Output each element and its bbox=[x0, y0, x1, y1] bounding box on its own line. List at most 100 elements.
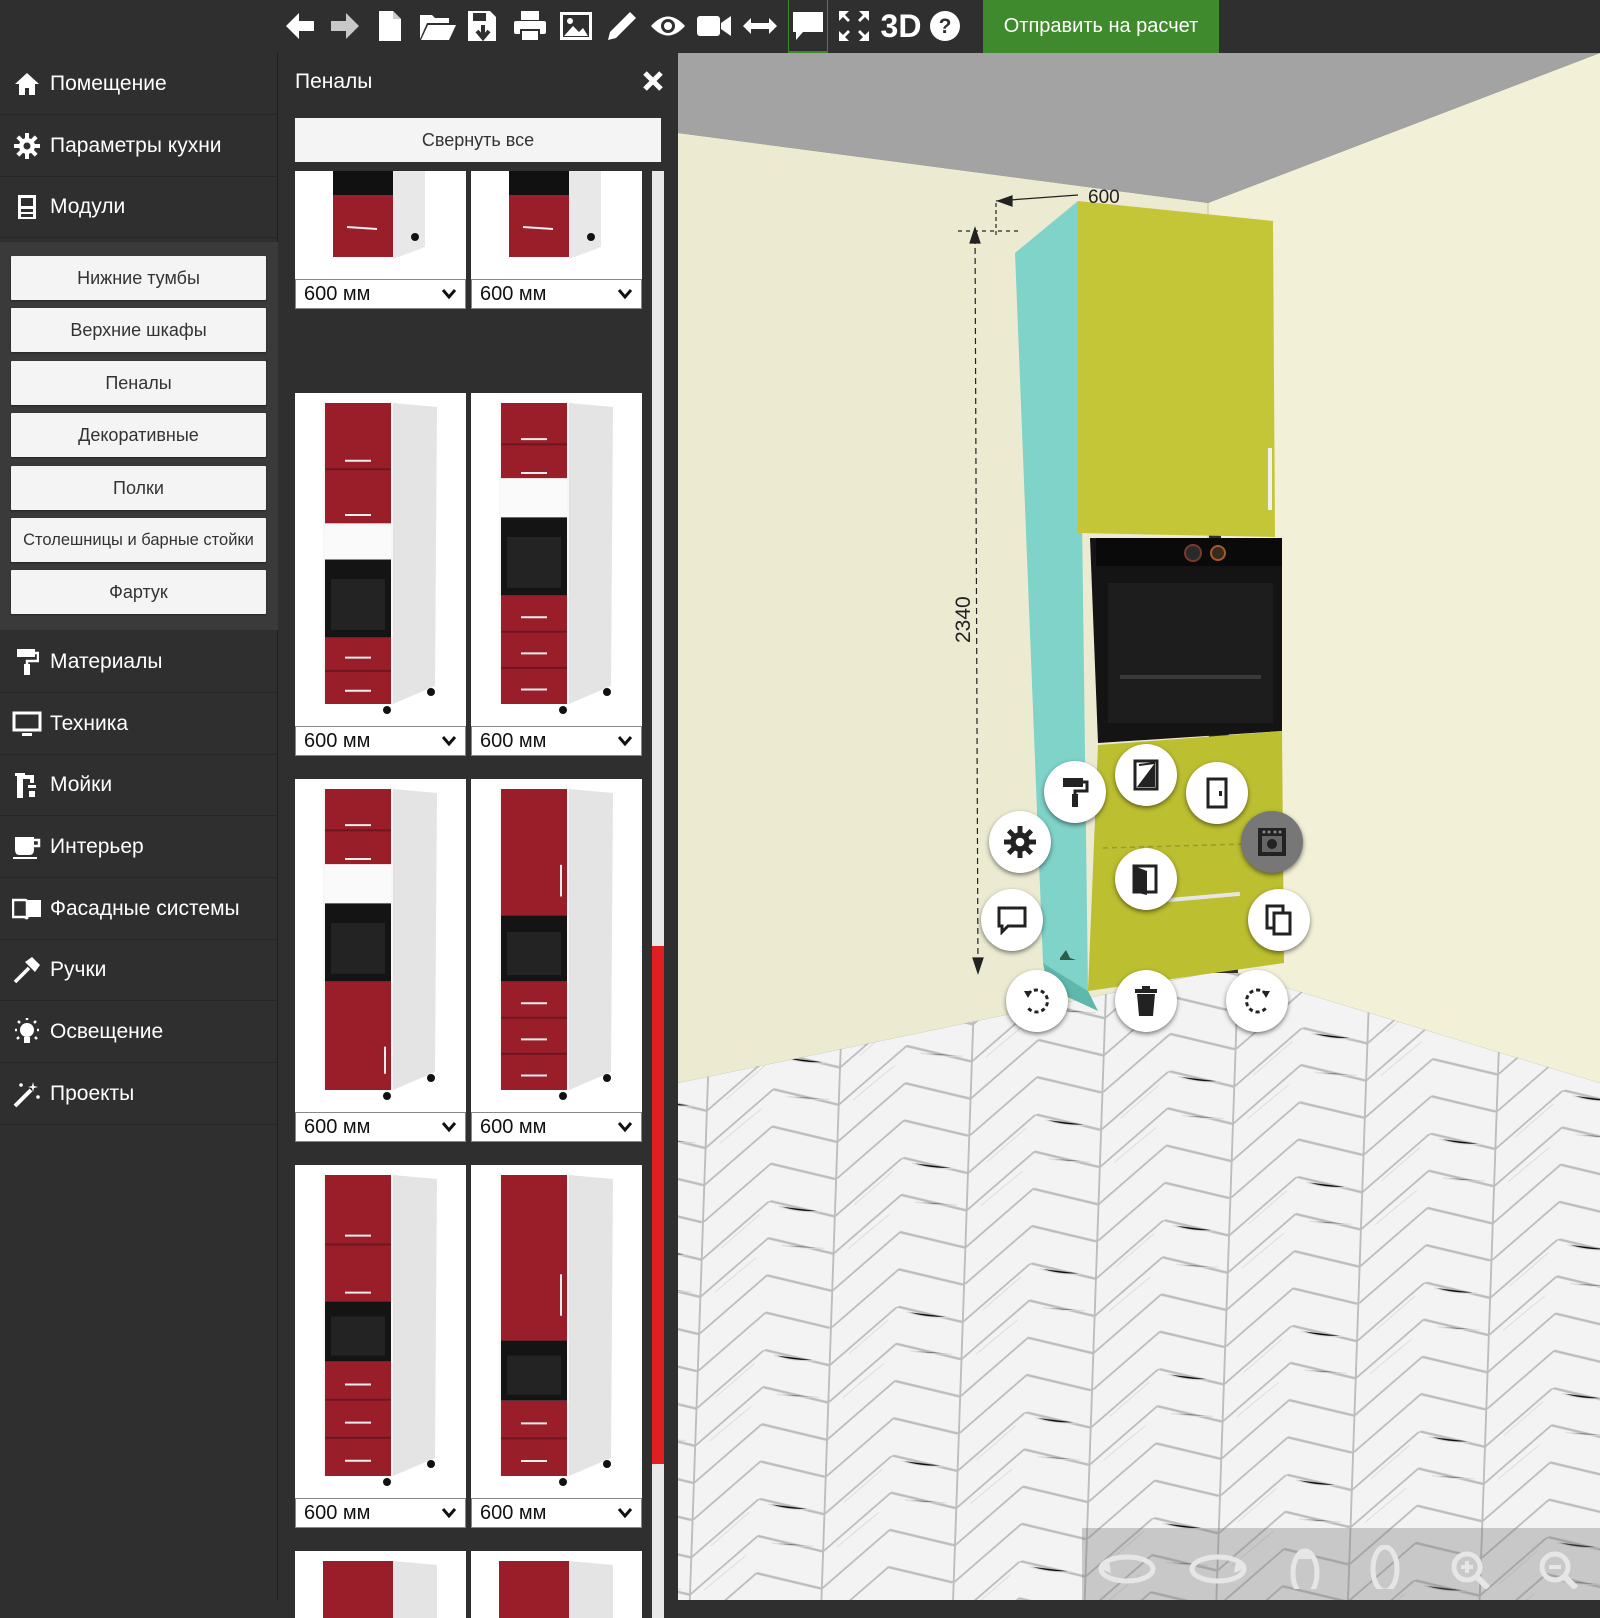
submenu-backsplash[interactable]: Фартук bbox=[11, 570, 266, 614]
size-select[interactable]: 600 мм bbox=[471, 726, 642, 756]
cabinet-illustration bbox=[323, 403, 437, 714]
trash-icon[interactable] bbox=[1115, 970, 1177, 1032]
size-select[interactable]: 600 мм bbox=[295, 1498, 466, 1528]
submenu-lower-cabinets[interactable]: Нижние тумбы bbox=[11, 256, 266, 300]
zoom-in-icon[interactable] bbox=[1442, 1545, 1502, 1589]
oven-icon[interactable] bbox=[1241, 811, 1303, 873]
open-door-icon[interactable] bbox=[1115, 848, 1177, 910]
cabinet-illustration bbox=[499, 789, 613, 1100]
collapse-all-button[interactable]: Свернуть все bbox=[295, 118, 661, 162]
rotate-right-icon[interactable] bbox=[1226, 970, 1288, 1032]
hammer-icon bbox=[12, 955, 42, 985]
sidebar-item-label: Параметры кухни bbox=[50, 133, 222, 157]
size-select[interactable]: 600 мм bbox=[471, 279, 642, 309]
sidebar-item-appliances[interactable]: Техника bbox=[0, 693, 278, 755]
module-card[interactable]: 600 мм bbox=[295, 779, 466, 1142]
comment-icon[interactable] bbox=[788, 6, 828, 46]
sidebar-item-label: Техника bbox=[50, 711, 129, 735]
paint-roller-icon[interactable] bbox=[1044, 761, 1106, 823]
fullscreen-icon[interactable] bbox=[834, 6, 874, 46]
dimension-height-label: 2340 bbox=[952, 596, 975, 643]
sidebar-item-modules[interactable]: Модули bbox=[0, 176, 278, 238]
modules-submenu: Нижние тумбы Верхние шкафы Пеналы Декора… bbox=[0, 242, 278, 630]
save-icon[interactable] bbox=[463, 6, 503, 46]
size-select[interactable]: 600 мм bbox=[471, 1112, 642, 1142]
sidebar-item-sinks[interactable]: Мойки bbox=[0, 754, 278, 816]
size-select[interactable]: 600 мм bbox=[295, 1112, 466, 1142]
chevron-down-icon bbox=[441, 735, 457, 747]
module-card[interactable]: 600 мм bbox=[295, 393, 466, 756]
submenu-upper-cabinets[interactable]: Верхние шкафы bbox=[11, 308, 266, 352]
magic-wand-icon bbox=[12, 1079, 42, 1109]
sidebar-item-label: Мойки bbox=[50, 772, 113, 796]
submenu-tall-cabinets[interactable]: Пеналы bbox=[11, 361, 266, 405]
gear-icon[interactable] bbox=[989, 811, 1051, 873]
new-file-icon[interactable] bbox=[370, 6, 410, 46]
module-card[interactable]: 600 мм bbox=[295, 171, 466, 309]
help-icon[interactable]: ? bbox=[925, 6, 965, 46]
submenu-decorative[interactable]: Декоративные bbox=[11, 413, 266, 457]
left-sidebar: Помещение Параметры кухни Модули Нижние … bbox=[0, 53, 278, 1600]
oven-window bbox=[1108, 583, 1273, 723]
facade-toggle-icon[interactable] bbox=[1115, 744, 1177, 806]
cabinet-illustration bbox=[323, 789, 437, 1100]
sidebar-item-kitchen-params[interactable]: Параметры кухни bbox=[0, 115, 278, 177]
sidebar-item-interior[interactable]: Интерьер bbox=[0, 816, 278, 878]
comment-icon[interactable] bbox=[981, 889, 1043, 951]
size-select[interactable]: 600 мм bbox=[295, 726, 466, 756]
home-icon bbox=[12, 69, 42, 99]
module-card[interactable]: 600 мм bbox=[471, 1165, 642, 1528]
zoom-out-icon[interactable] bbox=[1530, 1545, 1590, 1589]
size-select-value: 600 мм bbox=[480, 1115, 547, 1138]
size-select-value: 600 мм bbox=[304, 282, 371, 305]
eye-icon[interactable] bbox=[648, 6, 688, 46]
3d-view-icon[interactable]: 3D bbox=[878, 6, 924, 46]
paint-roller-icon bbox=[12, 647, 42, 677]
open-folder-icon[interactable] bbox=[418, 6, 458, 46]
sidebar-item-label: Материалы bbox=[50, 649, 163, 673]
module-grid: 600 мм 600 мм 600 мм 600 мм 600 мм 600 мм 600 … bbox=[295, 171, 655, 1618]
sidebar-item-projects[interactable]: Проекты bbox=[0, 1063, 278, 1125]
sidebar-item-lighting[interactable]: Освещение bbox=[0, 1001, 278, 1063]
cabinet-illustration bbox=[509, 171, 601, 259]
scrollbar-thumb[interactable] bbox=[652, 946, 664, 1464]
rotate-left-icon[interactable] bbox=[1006, 970, 1068, 1032]
sidebar-item-room[interactable]: Помещение bbox=[0, 53, 278, 115]
tilt-up-icon[interactable] bbox=[1275, 1545, 1335, 1589]
sidebar-item-handles[interactable]: Ручки bbox=[0, 939, 278, 1001]
sidebar-item-facade-systems[interactable]: Фасадные системы bbox=[0, 878, 278, 940]
submenu-countertops[interactable]: Столешницы и барные стойки bbox=[11, 518, 266, 562]
lightbulb-icon bbox=[12, 1017, 42, 1047]
module-card[interactable] bbox=[295, 1551, 466, 1618]
module-card[interactable]: 600 мм bbox=[471, 393, 642, 756]
cabinet-illustration bbox=[499, 1175, 613, 1486]
module-card[interactable] bbox=[471, 1551, 642, 1618]
video-camera-icon[interactable] bbox=[694, 6, 734, 46]
arrow-left-icon[interactable] bbox=[280, 6, 320, 46]
size-select[interactable]: 600 мм bbox=[295, 279, 466, 309]
module-card[interactable]: 600 мм bbox=[471, 779, 642, 1142]
size-select-value: 600 мм bbox=[304, 1115, 371, 1138]
3d-viewport[interactable]: 600 2340 bbox=[678, 53, 1600, 1600]
cabinet-illustration bbox=[323, 1561, 437, 1618]
sidebar-item-label: Проекты bbox=[50, 1081, 135, 1105]
module-card[interactable]: 600 мм bbox=[471, 171, 642, 309]
close-icon[interactable] bbox=[640, 68, 666, 94]
send-for-calculation-button[interactable]: Отправить на расчет bbox=[983, 0, 1219, 53]
tilt-down-icon[interactable] bbox=[1355, 1545, 1415, 1589]
image-icon[interactable] bbox=[556, 6, 596, 46]
orbit-left-icon[interactable] bbox=[1097, 1545, 1157, 1589]
chevron-down-icon bbox=[441, 1507, 457, 1519]
orbit-right-icon[interactable] bbox=[1188, 1545, 1248, 1589]
print-icon[interactable] bbox=[510, 6, 550, 46]
sidebar-item-materials[interactable]: Материалы bbox=[0, 631, 278, 693]
arrow-right-icon[interactable] bbox=[325, 6, 365, 46]
sidebar-item-label: Фасадные системы bbox=[50, 896, 240, 920]
door-icon[interactable] bbox=[1186, 762, 1248, 824]
module-card[interactable]: 600 мм bbox=[295, 1165, 466, 1528]
size-select[interactable]: 600 мм bbox=[471, 1498, 642, 1528]
resize-arrows-icon[interactable] bbox=[740, 6, 780, 46]
copy-icon[interactable] bbox=[1248, 889, 1310, 951]
pencil-icon[interactable] bbox=[602, 6, 642, 46]
submenu-shelves[interactable]: Полки bbox=[11, 466, 266, 510]
